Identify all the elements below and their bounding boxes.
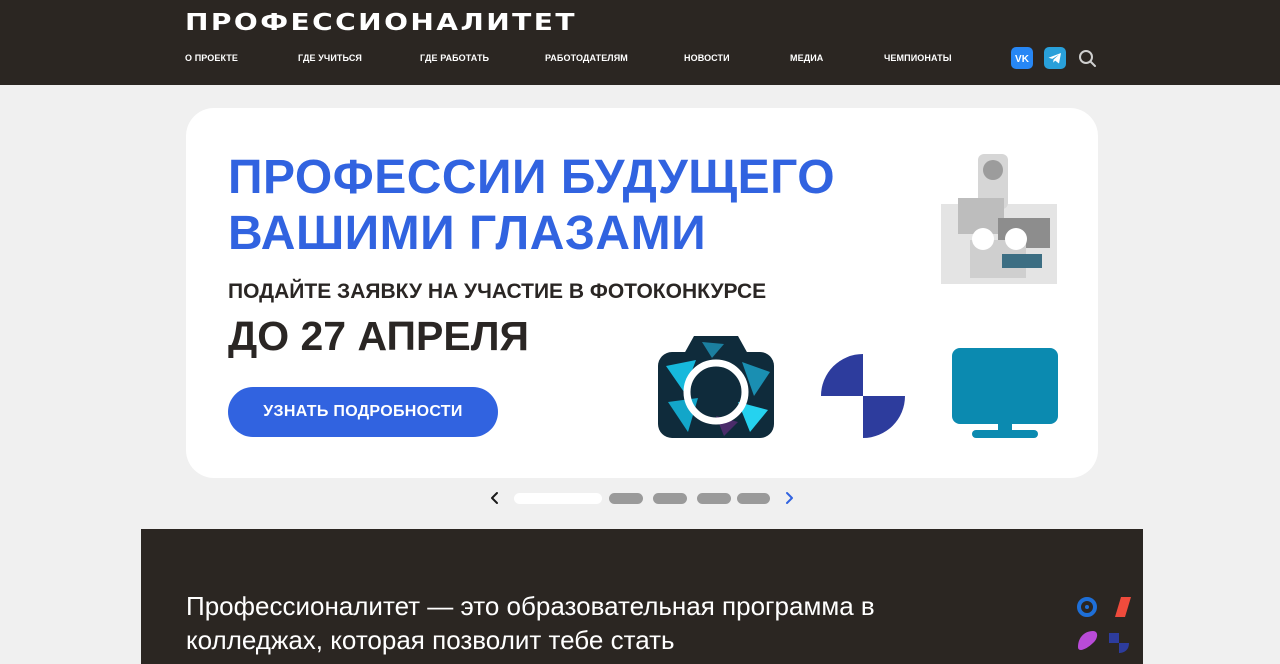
robot-photo — [941, 154, 1057, 284]
nav-item-about[interactable]: О ПРОЕКТЕ — [185, 53, 238, 63]
banner-title: ПРОФЕССИИ БУДУЩЕГО ВАШИМИ ГЛАЗАМИ — [228, 151, 836, 260]
telegram-link[interactable] — [1044, 47, 1066, 69]
slider-dot-3[interactable] — [653, 493, 687, 504]
learn-more-button[interactable]: УЗНАТЬ ПОДРОБНОСТИ — [228, 387, 498, 437]
banner-slider-controls — [0, 488, 1280, 508]
banner-deadline: ДО 27 АПРЕЛЯ — [228, 313, 529, 359]
search-button[interactable] — [1076, 47, 1098, 69]
slider-dot-1[interactable] — [514, 493, 602, 504]
about-text: Профессионалитет — это образовательная п… — [186, 591, 875, 655]
about-section: Профессионалитет — это образовательная п… — [141, 529, 1143, 664]
nav-item-where-work[interactable]: ГДЕ РАБОТАТЬ — [420, 53, 489, 63]
banner-subtitle: ПОДАЙТЕ ЗАЯВКУ НА УЧАСТИЕ В ФОТОКОНКУРСЕ — [228, 280, 767, 303]
nav-item-where-study[interactable]: ГДЕ УЧИТЬСЯ — [298, 53, 362, 63]
vk-link[interactable]: VK — [1011, 47, 1033, 69]
telegram-icon — [1048, 53, 1061, 64]
site-logo[interactable]: ПРОФЕССИОНАЛИТЕТ — [185, 10, 577, 36]
svg-text:VK: VK — [1015, 54, 1030, 65]
nav-item-employers[interactable]: РАБОТОДАТЕЛЯМ — [545, 53, 628, 63]
chevron-left-icon[interactable] — [488, 488, 502, 508]
chevron-right-icon[interactable] — [782, 488, 796, 508]
slider-dot-4[interactable] — [697, 493, 731, 504]
vk-icon: VK — [1015, 54, 1030, 65]
nav-item-media[interactable]: МЕДИА — [790, 53, 823, 63]
site-header: ПРОФЕССИОНАЛИТЕТ О ПРОЕКТЕ ГДЕ УЧИТЬСЯ Г… — [0, 0, 1280, 85]
slider-dot-5[interactable] — [737, 493, 770, 504]
nav-item-news[interactable]: НОВОСТИ — [684, 53, 730, 63]
promo-banner[interactable]: ПРОФЕССИИ БУДУЩЕГО ВАШИМИ ГЛАЗАМИ ПОДАЙТ… — [186, 108, 1098, 478]
decorative-shapes — [1077, 597, 1131, 653]
monitor-icon — [952, 348, 1058, 438]
slider-dot-2[interactable] — [609, 493, 643, 504]
nav-item-championships[interactable]: ЧЕМПИОНАТЫ — [884, 53, 952, 63]
half-circles-logo — [821, 354, 905, 438]
camera-icon — [658, 336, 774, 438]
search-icon — [1079, 50, 1096, 67]
